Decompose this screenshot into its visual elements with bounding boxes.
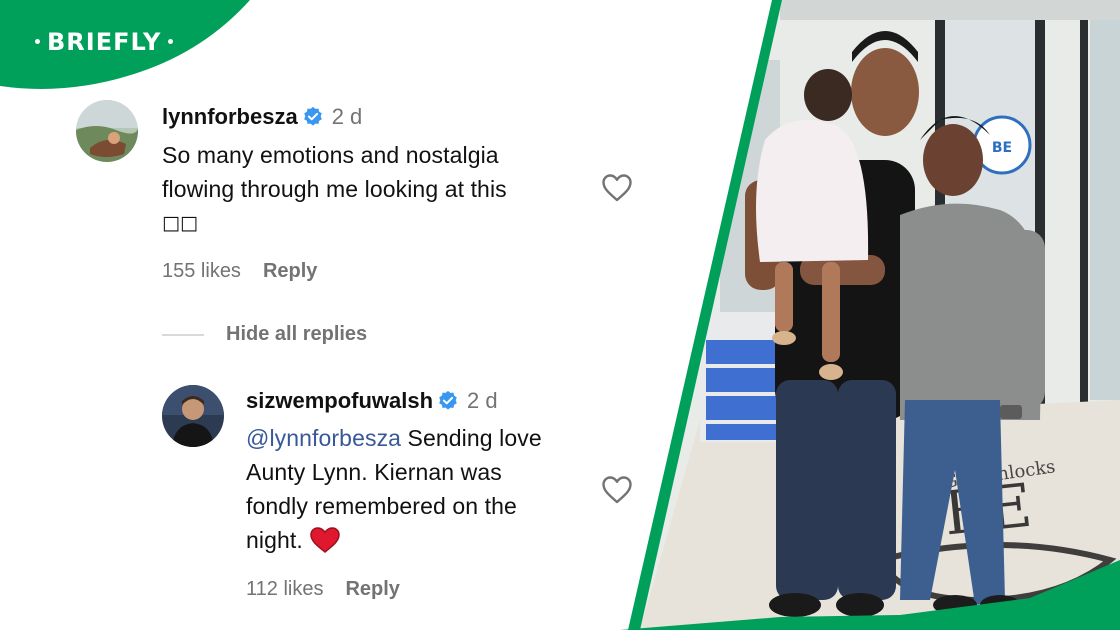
brand-logo: BRIEFLY	[28, 28, 180, 56]
username[interactable]: sizwempofuwalsh	[246, 388, 433, 413]
mention-link[interactable]: @lynnforbesza	[246, 425, 401, 451]
hide-replies-button[interactable]: Hide all replies	[162, 323, 367, 353]
comment-meta: 155 likes Reply	[162, 260, 339, 283]
divider-line	[162, 333, 204, 336]
comment-line: So many emotions and nostalgia	[162, 142, 499, 168]
comment-line: Aunty Lynn. Kiernan was	[246, 459, 502, 485]
comment-line: flowing through me looking at this	[162, 176, 507, 202]
verified-badge-icon	[303, 106, 322, 126]
comment-line: night.	[246, 527, 303, 553]
screenshot: BE G R Unlocks BE	[0, 0, 1120, 630]
reply-meta: 112 likes Reply	[246, 578, 422, 601]
reply-button[interactable]: Reply	[263, 260, 317, 282]
likes-count[interactable]: 112 likes	[246, 578, 323, 600]
avatar[interactable]	[76, 100, 138, 162]
reply-button[interactable]: Reply	[345, 578, 399, 600]
comment-line: Sending love	[401, 425, 542, 451]
verified-badge-icon	[439, 390, 457, 410]
hide-replies-label: Hide all replies	[226, 323, 368, 345]
comment-text: So many emotions and nostalgia flowing t…	[162, 138, 507, 240]
heart-outline-icon[interactable]	[601, 475, 633, 505]
dot-icon	[35, 38, 40, 44]
drawer-cabinet	[700, 312, 780, 442]
wall-sign-text: BE	[992, 140, 1012, 156]
brand-name: BRIEFLY	[47, 28, 162, 56]
red-heart-emoji	[310, 527, 341, 553]
comment-line: fondly remembered on the	[246, 493, 517, 519]
username[interactable]: lynnforbesza	[162, 104, 298, 129]
avatar[interactable]	[162, 385, 224, 447]
likes-count[interactable]: 155 likes	[162, 260, 241, 282]
heart-outline-icon[interactable]	[601, 173, 633, 203]
timestamp: 2 d	[331, 104, 363, 129]
emoji-placeholder: □□	[162, 212, 199, 234]
dot-icon	[168, 38, 174, 44]
reply-text: @lynnforbesza Sending love Aunty Lynn. K…	[246, 421, 542, 557]
timestamp: 2 d	[467, 388, 498, 413]
